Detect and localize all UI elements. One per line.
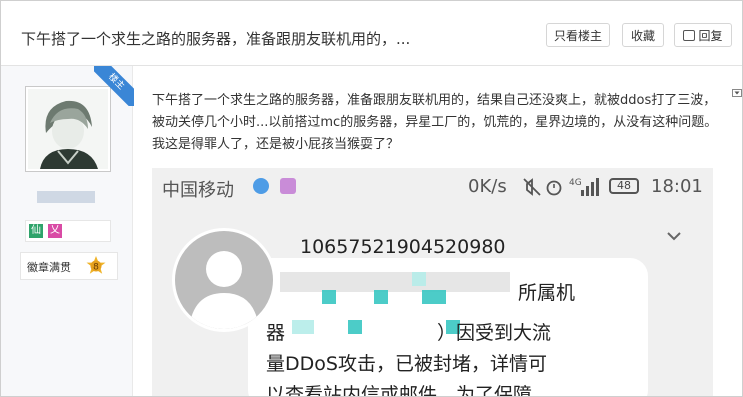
signal-4g-icon: 4G [569,178,599,196]
reply-label: 回复 [698,29,723,43]
contact-avatar [172,228,276,332]
medal-label: 徽章满贯 [27,261,71,274]
post-screenshot-image: 中国移动 0K/s 4G 48 18:01 10657521904520980 … [152,168,713,397]
badge-pisces[interactable]: 乂 [48,224,62,238]
reply-button[interactable]: 回复 [674,23,732,47]
phone-status-bar: 中国移动 0K/s 4G 48 18:01 [152,168,713,206]
network-speed: 0K/s [468,176,507,197]
sms-text-line: 器 ）因受到大流 [266,322,552,344]
thread-header: 下午搭了一个求生之路的服务器，准备跟朋友联机用的，... 只看楼主 收藏 回复 [1,1,742,66]
medal-star-icon: 8 [86,256,106,274]
favorite-button[interactable]: 收藏 [622,23,664,47]
redaction-mosaic [412,272,426,286]
sms-text-line: 以查看站内信或邮件。为了保障 [266,384,533,397]
battery-indicator: 48 [609,178,639,194]
redacted-bar [280,272,510,292]
redaction-mosaic [374,290,388,304]
post-menu-dropdown-icon[interactable] [732,89,742,97]
gallery-notification-icon [280,178,296,194]
network-type: 4G [569,178,582,188]
comment-icon [683,30,696,41]
sms-text-line: 所属机 [518,282,576,304]
alarm-icon [546,180,562,196]
redaction-mosaic [322,290,336,304]
medal-box[interactable]: 徽章满贯 8 [20,252,118,280]
mute-icon [523,178,541,196]
sms-sender-number: 10657521904520980 [300,236,506,258]
badge-immortal[interactable]: 仙 [29,224,43,238]
post-body: 下午搭了一个求生之路的服务器，准备跟朋友联机用的，结果自己还没爽上，就被ddos… [152,93,718,152]
clock: 18:01 [651,176,703,197]
carrier-name: 中国移动 [162,180,234,201]
author-panel: 楼主 仙 乂 徽章满贯 8 [1,66,134,396]
chevron-down-icon[interactable] [666,230,682,242]
redaction-mosaic [422,290,446,304]
sms-text-line: 量DDoS攻击，已被封堵，详情可 [266,353,547,375]
badge-row: 仙 乂 [25,220,111,242]
only-op-button[interactable]: 只看楼主 [546,23,610,47]
person-icon [189,251,259,329]
app-notification-icon [253,178,269,194]
op-ribbon: 楼主 [94,66,134,106]
thread-title: 下午搭了一个求生之路的服务器，准备跟朋友联机用的，... [21,30,411,48]
post-frame: 下午搭了一个求生之路的服务器，准备跟朋友联机用的，... 只看楼主 收藏 回复 … [0,0,743,397]
medal-level: 8 [93,263,99,273]
op-ribbon-label: 楼主 [94,66,134,106]
username[interactable] [37,191,95,203]
